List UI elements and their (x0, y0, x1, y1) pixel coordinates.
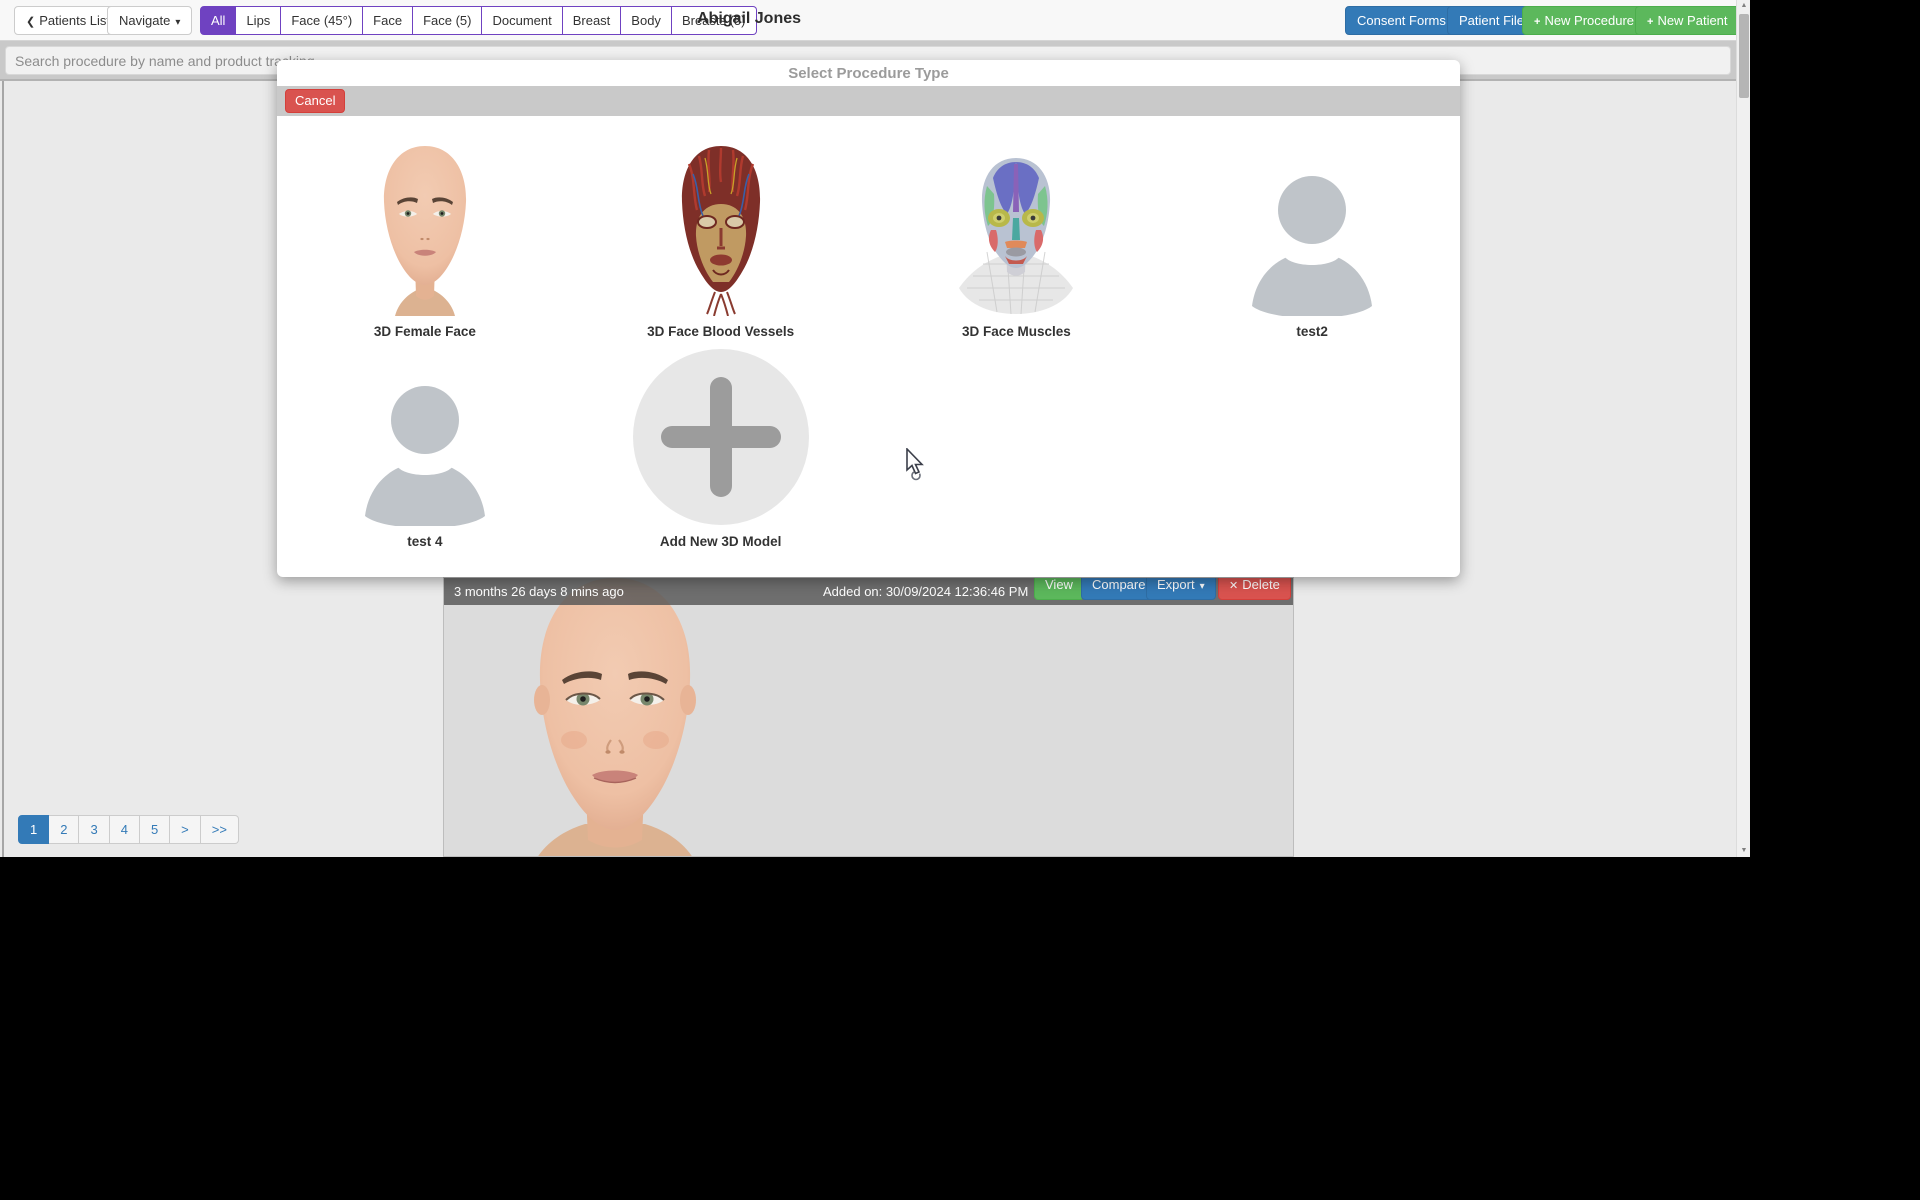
tab-breast[interactable]: Breast (563, 6, 622, 35)
export-label: Export (1157, 577, 1195, 592)
new-procedure-label: New Procedure (1544, 13, 1634, 28)
export-button[interactable]: Export ▾ (1146, 577, 1216, 600)
procedure-type-3d-face-muscles[interactable]: 3D Face Muscles (869, 116, 1165, 345)
page-3-button[interactable]: 3 (79, 815, 109, 844)
delete-label: Delete (1242, 577, 1280, 592)
procedure-type-3d-face-blood-vessels[interactable]: 3D Face Blood Vessels (573, 116, 869, 345)
face-muscles-thumbnail-icon (953, 156, 1079, 316)
page-1-button[interactable]: 1 (18, 815, 49, 844)
empty-cell (1164, 345, 1460, 577)
page-last-button[interactable]: >> (201, 815, 239, 844)
view-button[interactable]: View (1034, 577, 1084, 600)
navigate-button[interactable]: Navigate ▾ (107, 6, 192, 35)
tab-body[interactable]: Body (621, 6, 672, 35)
procedure-type-label: test2 (1296, 324, 1328, 339)
procedure-type-label: Add New 3D Model (660, 534, 782, 549)
navigate-label: Navigate (119, 13, 170, 28)
modal-title: Select Procedure Type (277, 60, 1460, 86)
add-plus-icon (632, 348, 810, 526)
procedure-type-test2[interactable]: test2 (1164, 116, 1460, 345)
blood-vessels-thumbnail-icon (679, 144, 763, 316)
page-4-button[interactable]: 4 (110, 815, 140, 844)
vertical-scrollbar: ▲ ▼ (1736, 0, 1750, 857)
patient-name: Abigail Jones (697, 10, 801, 28)
delete-x-icon: ✕ (1229, 580, 1238, 592)
female-face-render (470, 577, 760, 857)
top-navbar: ❮ Patients List Navigate ▾ All Lips Face (… (0, 0, 1736, 41)
new-patient-button[interactable]: + New Patient (1635, 6, 1740, 35)
patients-list-button[interactable]: ❮ Patients List (14, 6, 122, 35)
new-procedure-button[interactable]: + New Procedure (1522, 6, 1646, 35)
procedure-type-label: test 4 (407, 534, 442, 549)
page-2-button[interactable]: 2 (49, 815, 79, 844)
avatar-icon (357, 384, 493, 526)
tab-lips[interactable]: Lips (236, 6, 281, 35)
tab-all[interactable]: All (200, 6, 236, 35)
procedure-type-label: 3D Female Face (374, 324, 476, 339)
add-new-3d-model[interactable]: Add New 3D Model (573, 345, 869, 577)
avatar-icon (1244, 174, 1380, 316)
new-patient-label: New Patient (1657, 13, 1727, 28)
caret-down-icon: ▾ (175, 17, 180, 28)
modal-toolbar: Cancel (277, 86, 1460, 116)
scroll-down-icon[interactable]: ▼ (1737, 845, 1750, 857)
procedure-type-label: 3D Face Blood Vessels (647, 324, 794, 339)
pagination: 1 2 3 4 5 > >> (18, 815, 239, 844)
page-5-button[interactable]: 5 (140, 815, 170, 844)
mouse-cursor (905, 448, 931, 487)
delete-button[interactable]: ✕ Delete (1218, 577, 1291, 600)
page-next-button[interactable]: > (170, 815, 201, 844)
procedure-age: 3 months 26 days 8 mins ago (454, 584, 624, 599)
female-face-thumbnail-icon (379, 144, 471, 316)
patients-list-label: Patients List (39, 13, 110, 28)
app-window: ❮ Patients List Navigate ▾ All Lips Face (… (0, 0, 1750, 857)
procedure-type-label: 3D Face Muscles (962, 324, 1071, 339)
cursor-arrow-icon (905, 448, 931, 482)
select-procedure-modal: Select Procedure Type Cancel 3D Fe (277, 60, 1460, 577)
chevron-left-icon: ❮ (26, 16, 35, 28)
view-filter-tabs: All Lips Face (45°) Face Face (5) Docume… (200, 6, 757, 35)
cancel-button[interactable]: Cancel (285, 89, 345, 113)
tab-face-45[interactable]: Face (45°) (281, 6, 363, 35)
consent-forms-button[interactable]: Consent Forms (1345, 6, 1458, 35)
caret-down-icon: ▾ (1200, 581, 1205, 592)
procedure-type-3d-female-face[interactable]: 3D Female Face (277, 116, 573, 345)
tab-document[interactable]: Document (482, 6, 562, 35)
plus-icon: + (1534, 16, 1540, 28)
procedure-added-on: Added on: 30/09/2024 12:36:46 PM (823, 584, 1028, 599)
procedure-card: 3 months 26 days 8 mins ago Added on: 30… (443, 577, 1294, 857)
tab-face-5[interactable]: Face (5) (413, 6, 482, 35)
procedure-type-row-1: 3D Female Face 3D Face Blood Vessels (277, 116, 1460, 345)
procedure-type-test-4[interactable]: test 4 (277, 345, 573, 577)
scroll-up-icon[interactable]: ▲ (1737, 0, 1750, 12)
tab-face[interactable]: Face (363, 6, 413, 35)
scrollbar-thumb[interactable] (1739, 14, 1749, 98)
plus-icon: + (1647, 16, 1653, 28)
patient-3d-face-image (470, 577, 760, 857)
page-left-border (2, 80, 4, 857)
procedure-type-row-2: test 4 Add New 3D Model (277, 345, 1460, 577)
